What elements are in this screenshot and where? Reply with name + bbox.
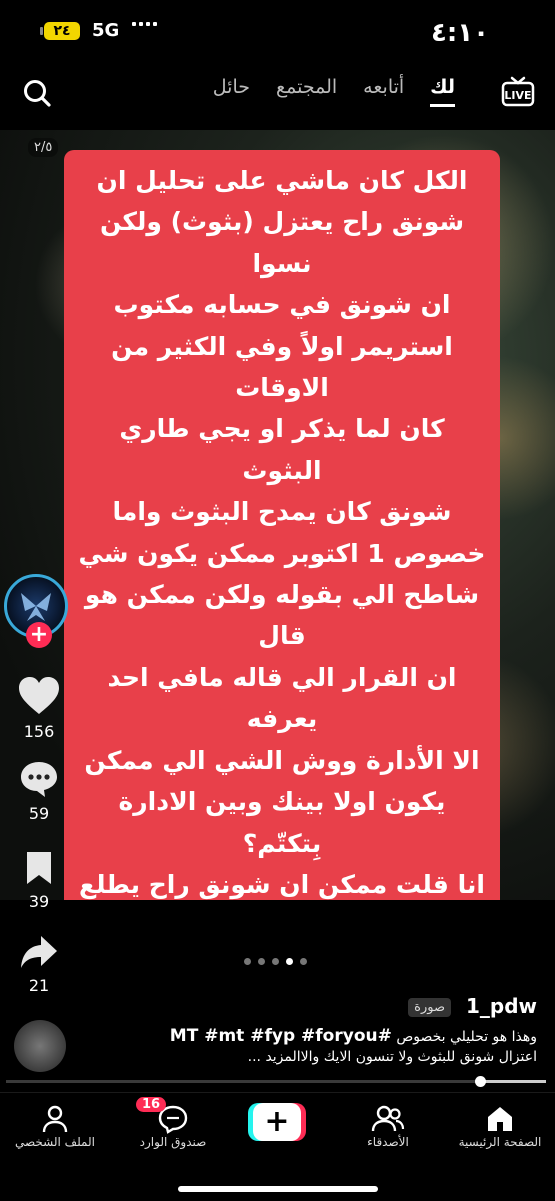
follow-button[interactable]: + xyxy=(26,622,52,648)
live-icon[interactable]: LIVE xyxy=(501,74,535,108)
nav-profile-label: الملف الشخصي xyxy=(15,1135,95,1149)
share-icon xyxy=(21,936,57,968)
carousel-dot xyxy=(300,958,307,965)
music-thumbnail[interactable] xyxy=(14,1020,66,1072)
friends-icon xyxy=(371,1105,405,1132)
comment-count: 59 xyxy=(28,804,50,823)
post-text-line: شونق كان يمدح البثوث واما xyxy=(112,497,452,527)
tab-community[interactable]: المجتمع xyxy=(276,76,337,107)
nav-friends-label: الأصدقاء xyxy=(367,1135,409,1149)
post-text-line: الكل كان ماشي على تحليل ان xyxy=(96,166,468,195)
bottom-nav: الصفحة الرئيسية الأصدقاء + صندوق الوارد … xyxy=(0,1092,555,1201)
text-card: الكل كان ماشي على تحليل ان شونق راح يعتزل… xyxy=(64,150,500,900)
tab-following[interactable]: أتابعه xyxy=(363,76,404,107)
inbox-badge: 16 xyxy=(136,1097,167,1112)
search-icon[interactable] xyxy=(22,78,52,108)
tab-for-you[interactable]: لك xyxy=(430,76,455,107)
plus-icon: + xyxy=(253,1103,301,1141)
carousel-dots xyxy=(244,958,307,965)
top-nav: لك أتابعه المجتمع حائل LIVE xyxy=(0,66,555,116)
signal-icon xyxy=(132,22,157,26)
post-text-line: خصوص 1 اكتوبر ممكن يكون شي xyxy=(78,538,486,568)
nav-home[interactable]: الصفحة الرئيسية xyxy=(445,1103,555,1149)
post-text-line: الا الأدارة ووش الشي الي ممكن xyxy=(84,745,480,775)
comment-icon xyxy=(21,762,57,797)
nav-inbox-label: صندوق الوارد xyxy=(139,1135,207,1149)
post-text-line: كان لما يذكر او يجي طاري البثوث xyxy=(119,414,445,485)
like-count: 156 xyxy=(23,722,55,741)
caption-line2: اعتزال شونق للبثوث ولا تنسون الايك والاا… xyxy=(247,1049,537,1065)
nav-friends[interactable]: الأصدقاء xyxy=(333,1103,443,1149)
caption-text: وهذا هو تحليلي بخصوص xyxy=(396,1029,537,1045)
carousel-dot xyxy=(286,958,293,965)
clock: ٤:١٠ xyxy=(430,18,489,48)
save-count: 39 xyxy=(28,892,50,911)
progress-bar[interactable] xyxy=(6,1076,546,1087)
tab-location[interactable]: حائل xyxy=(213,76,250,107)
like-button[interactable]: 156 xyxy=(10,676,68,741)
carousel-dot xyxy=(258,958,265,965)
post-text-line: انا قلت ممكن ان شونق راح يطلع xyxy=(79,869,485,899)
page-indicator: ٢/٥ xyxy=(28,138,59,157)
network-type: 5G xyxy=(92,20,120,41)
post-text-line: ان القرار الي قاله مافي احد يعرفه xyxy=(107,662,457,734)
status-bar: ٢٤ 5G ٤:١٠ xyxy=(0,0,555,62)
author-username[interactable]: 1_pdw xyxy=(466,994,537,1018)
caption-hashtags: #MT #mt #fyp #foryou xyxy=(169,1026,392,1046)
bookmark-icon xyxy=(27,852,51,884)
carousel-dot xyxy=(244,958,251,965)
post-text: الكل كان ماشي على تحليل ان شونق راح يعتزل… xyxy=(64,150,500,900)
nav-profile[interactable]: الملف الشخصي xyxy=(0,1103,110,1149)
heart-icon xyxy=(19,677,59,714)
create-button[interactable]: + xyxy=(248,1103,306,1141)
post-text-line: شاطح الي بقوله ولكن ممكن هو قال xyxy=(84,580,480,651)
carousel-dot xyxy=(272,958,279,965)
post-text-line: يكون اولا بينك وبين الادارة بِتكتّم؟ xyxy=(118,787,446,858)
progress-fill xyxy=(481,1080,546,1083)
nav-home-label: الصفحة الرئيسية xyxy=(458,1135,542,1149)
home-indicator xyxy=(178,1186,378,1192)
post-text-line: ان شونق في حسابه مكتوب xyxy=(113,290,451,320)
nav-inbox[interactable]: صندوق الوارد xyxy=(118,1103,228,1149)
post-text-line: شونق راح يعتزل (بثوث) ولكن نسوا xyxy=(99,207,465,278)
photo-badge: صورة xyxy=(408,998,451,1017)
battery-indicator: ٢٤ xyxy=(40,22,80,40)
feed-tabs: لك أتابعه المجتمع حائل xyxy=(213,76,455,107)
comment-button[interactable]: 59 xyxy=(10,760,68,823)
home-icon xyxy=(488,1107,512,1131)
post-info: 1_pdw صورة وهذا هو تحليلي بخصوص #MT #mt … xyxy=(0,990,555,1090)
save-button[interactable]: 39 xyxy=(10,850,68,911)
post-media[interactable]: ٢/٥ الكل كان ماشي على تحليل ان شونق راح ي… xyxy=(0,130,555,900)
share-button[interactable]: 21 xyxy=(10,934,68,995)
caption[interactable]: وهذا هو تحليلي بخصوص #MT #mt #fyp #foryo… xyxy=(87,1026,537,1067)
live-label: LIVE xyxy=(504,89,531,102)
profile-icon xyxy=(42,1105,68,1133)
post-text-line: استريمر اولاً وفي الكثير من الاوقات xyxy=(111,331,453,403)
